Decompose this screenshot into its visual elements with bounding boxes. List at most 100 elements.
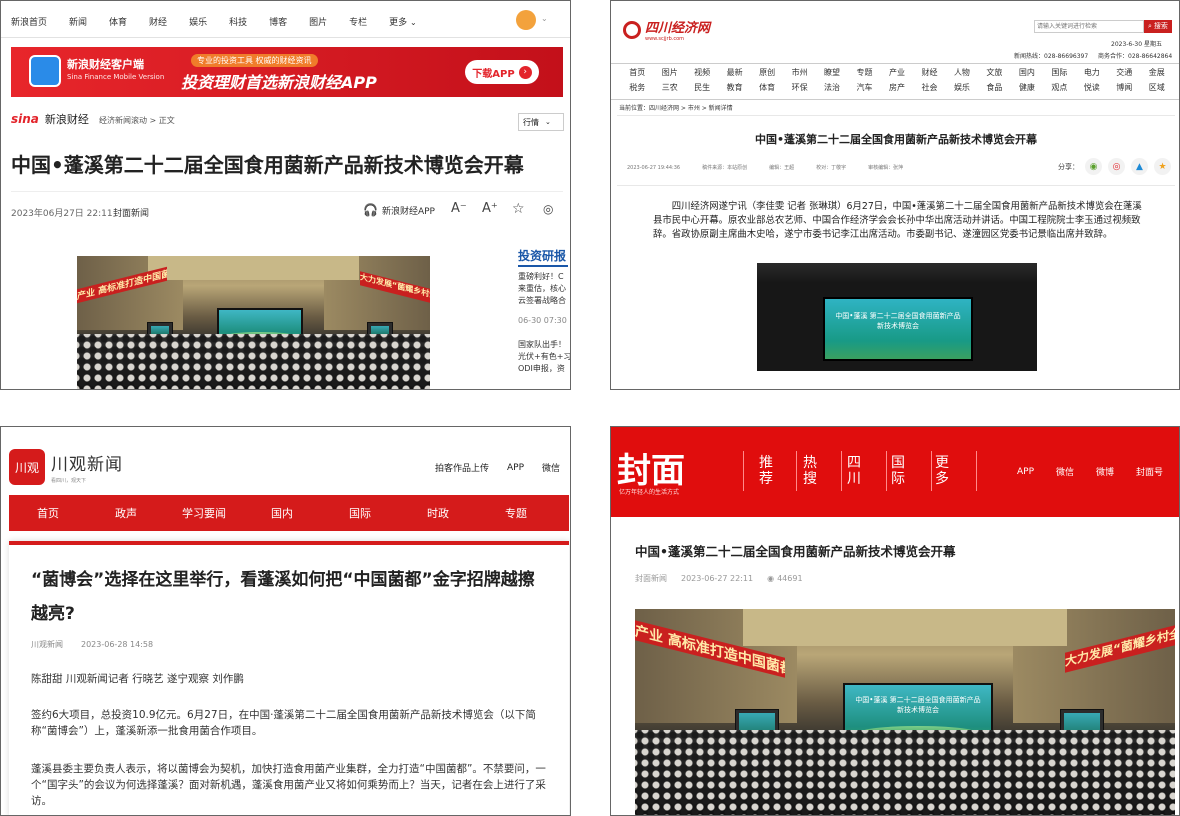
avatar[interactable] [516, 10, 536, 30]
download-app-button[interactable]: 下载APP › [465, 60, 539, 84]
nav-item-news[interactable]: 新闻 [69, 15, 87, 28]
nav-item[interactable]: 文旅 [978, 67, 1010, 78]
nav-item[interactable]: 环保 [783, 82, 815, 93]
nav-item[interactable]: 视频 [686, 67, 718, 78]
article-authors: 陈甜甜 川观新闻记者 行晓艺 遂宁观察 刘作鹏 [31, 673, 244, 685]
nav-item[interactable]: 产业 [881, 67, 913, 78]
sina-finance-brand[interactable]: sina 新浪财经 [11, 111, 89, 127]
avatar-chevron-icon[interactable]: ⌄ [541, 14, 548, 23]
font-decrease-icon[interactable]: A⁻ [451, 201, 467, 216]
nav-item[interactable]: 财经 [913, 67, 945, 78]
nav-item-columns[interactable]: 专栏 [349, 15, 367, 28]
nav-item[interactable]: 金展 [1141, 67, 1173, 78]
sina-finance-app-link[interactable]: 🎧 新浪财经APP [363, 203, 435, 217]
nav-recommend[interactable]: 推荐 [759, 455, 773, 487]
nav-item[interactable]: 市州 [783, 67, 815, 78]
nav-item[interactable]: 最新 [718, 67, 750, 78]
weibo-link[interactable]: 微博 [1096, 465, 1114, 478]
nav-more-label: 更多 [389, 18, 408, 28]
nav-item[interactable]: 首页 [621, 67, 653, 78]
nav-home[interactable]: 首页 [9, 505, 87, 521]
app-link[interactable]: APP [507, 463, 524, 473]
nav-sichuan[interactable]: 四川 [847, 455, 861, 487]
upload-link[interactable]: 拍客作品上传 [435, 461, 489, 474]
nav-item[interactable]: 图片 [653, 67, 685, 78]
side-news-item[interactable]: 云签署战略合 [518, 295, 570, 307]
nav-item[interactable]: 博闻 [1108, 82, 1140, 93]
nav-item[interactable]: 民生 [686, 82, 718, 93]
nav-hot[interactable]: 热搜 [803, 455, 817, 487]
qzone-icon[interactable]: ★ [1154, 158, 1171, 175]
nav-politics[interactable]: 政声 [87, 505, 165, 521]
nav-item[interactable]: 体育 [751, 82, 783, 93]
nav-item[interactable]: 国内 [1011, 67, 1043, 78]
nav-item[interactable]: 健康 [1011, 82, 1043, 93]
nav-item[interactable]: 娱乐 [946, 82, 978, 93]
wechat-icon[interactable]: ◉ [1085, 158, 1102, 175]
nav-item[interactable]: 教育 [718, 82, 750, 93]
article-source[interactable]: 封面新闻 [113, 206, 149, 219]
search-input[interactable] [1034, 20, 1144, 33]
nav-item[interactable]: 汽车 [848, 82, 880, 93]
meta-review: 校对：丁敬宇 [816, 165, 847, 171]
nav-item[interactable]: 三农 [653, 82, 685, 93]
quote-dropdown[interactable]: 行情 ⌄ [518, 113, 564, 131]
app-link-label: 新浪财经APP [381, 206, 435, 217]
site-logo[interactable]: 四川经济网 www.scjjrb.com [623, 17, 710, 42]
side-news-item[interactable]: 重磅利好！C [518, 271, 570, 283]
nav-topics[interactable]: 专题 [477, 505, 555, 521]
star-icon[interactable]: ☆ [512, 201, 525, 217]
nav-item-finance[interactable]: 财经 [149, 15, 167, 28]
nav-current-affairs[interactable]: 时政 [399, 505, 477, 521]
wechat-link[interactable]: 微信 [542, 461, 560, 474]
nav-item[interactable]: 专题 [848, 67, 880, 78]
nav-item[interactable]: 税务 [621, 82, 653, 93]
nav-item[interactable]: 人物 [946, 67, 978, 78]
ceiling [757, 263, 1037, 283]
app-link[interactable]: APP [1017, 467, 1034, 477]
nav-item-tech[interactable]: 科技 [229, 15, 247, 28]
nav-item-home[interactable]: 新浪首页 [11, 15, 47, 28]
nav-item[interactable]: 原创 [751, 67, 783, 78]
font-increase-icon[interactable]: A⁺ [482, 201, 498, 216]
nav-item[interactable]: 电力 [1076, 67, 1108, 78]
nav-international[interactable]: 国际 [891, 455, 905, 487]
weibo-icon[interactable]: ◎ [1108, 158, 1125, 175]
breadcrumb[interactable]: 经济新闻滚动 > 正文 [99, 115, 175, 126]
nav-item-ent[interactable]: 娱乐 [189, 15, 207, 28]
nav-item-pics[interactable]: 图片 [309, 15, 327, 28]
nav-item[interactable]: 食品 [978, 82, 1010, 93]
nav-item[interactable]: 瞭望 [816, 67, 848, 78]
weibo-icon[interactable]: ◎ [543, 202, 553, 216]
nav-item[interactable]: 法治 [816, 82, 848, 93]
nav-item[interactable]: 社会 [913, 82, 945, 93]
nav-item[interactable]: 观点 [1043, 82, 1075, 93]
nav-item[interactable]: 国际 [1043, 67, 1075, 78]
nav-domestic[interactable]: 国内 [243, 505, 321, 521]
nav-item[interactable]: 区域 [1141, 82, 1173, 93]
article-date: 2023-06-27 22:11 [681, 574, 754, 583]
nav-item[interactable]: 房产 [881, 82, 913, 93]
nav-item-sports[interactable]: 体育 [109, 15, 127, 28]
nav-item-more[interactable]: 更多 ⌄ [389, 15, 417, 28]
breadcrumb[interactable]: 当前位置：四川经济网 > 市州 > 新闻详情 [619, 103, 733, 112]
nav-study[interactable]: 学习要闻 [165, 505, 243, 521]
site-logo[interactable]: 川观 川观新闻 看四川，观天下 [9, 449, 123, 485]
side-news-list: 重磅利好！C 来重估，核心 云签署战略合 06-30 07:30 国家队出手！ … [518, 271, 570, 375]
nav-item-blog[interactable]: 博客 [269, 15, 287, 28]
nav-item[interactable]: 悦读 [1076, 82, 1108, 93]
nav-more[interactable]: 更多 [935, 455, 949, 487]
site-logo[interactable]: 封面 [617, 443, 685, 492]
side-news-item[interactable]: ODI申报，资 [518, 363, 570, 375]
app-download-banner[interactable]: 新浪财经客户端 Sina Finance Mobile Version 专业的投… [11, 47, 563, 97]
fengmian-account-link[interactable]: 封面号 [1136, 465, 1163, 478]
nav-item[interactable]: 交通 [1108, 67, 1140, 78]
qq-icon[interactable]: ▲ [1131, 158, 1148, 175]
side-news-item[interactable]: 国家队出手！ [518, 339, 570, 351]
wechat-link[interactable]: 微信 [1056, 465, 1074, 478]
nav-international[interactable]: 国际 [321, 505, 399, 521]
side-news-item[interactable]: 来重估，核心 [518, 283, 570, 295]
search-button[interactable]: ⌕ 搜索 [1144, 20, 1172, 33]
side-news-item[interactable]: 光伏+有色+习 [518, 351, 570, 363]
side-section-title[interactable]: 投资研报 [518, 247, 566, 264]
